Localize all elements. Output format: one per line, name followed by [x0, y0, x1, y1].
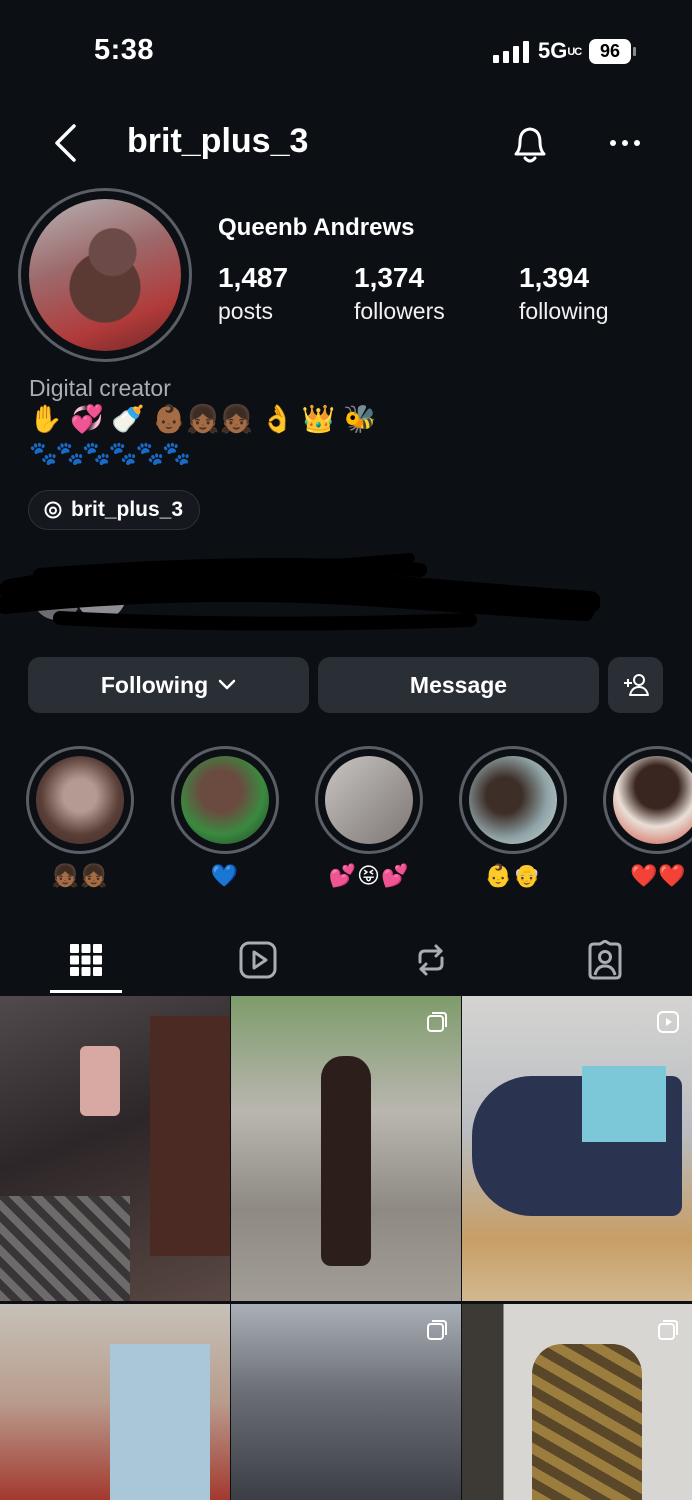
reels-icon: [239, 941, 277, 979]
threads-handle: brit_plus_3: [71, 498, 184, 521]
followers-stat[interactable]: 1,374 followers: [354, 262, 445, 325]
profile-category: Digital creator: [29, 375, 171, 401]
photo-detail: [110, 1344, 210, 1500]
followers-label: followers: [354, 298, 445, 324]
avatar[interactable]: [29, 199, 181, 351]
post-thumbnail[interactable]: [0, 1304, 230, 1500]
following-label: following: [519, 298, 609, 324]
highlight-cover: [36, 756, 124, 844]
post-thumbnail[interactable]: [462, 996, 692, 1301]
signal-strength-icon: [493, 41, 529, 63]
highlight-label: 💙: [210, 863, 240, 888]
threads-icon: [44, 501, 62, 519]
tagged-icon: [588, 940, 622, 980]
photo-detail: [150, 1016, 230, 1256]
highlight-cover: [325, 756, 413, 844]
following-button[interactable]: Following: [28, 657, 309, 713]
display-name: Queenb Andrews: [218, 214, 415, 241]
post-thumbnail[interactable]: [0, 996, 230, 1301]
story-highlight[interactable]: [459, 746, 567, 854]
posts-label: posts: [218, 298, 273, 324]
post-thumbnail[interactable]: [231, 996, 461, 1301]
posts-stat[interactable]: 1,487 posts: [218, 262, 288, 325]
carousel-icon: [658, 1320, 678, 1340]
bio-paws-line: 🐾🐾🐾🐾🐾🐾: [29, 440, 191, 466]
post-thumbnail[interactable]: [231, 1304, 461, 1500]
story-highlight[interactable]: [171, 746, 279, 854]
reel-icon: [657, 1011, 679, 1033]
phone-in-photo: [80, 1046, 120, 1116]
more-options-button[interactable]: [602, 118, 648, 168]
photo-detail: [321, 1056, 371, 1266]
highlight-label: ❤️❤️: [630, 863, 687, 888]
story-highlight[interactable]: [26, 746, 134, 854]
ellipsis-icon: [610, 140, 640, 146]
story-highlight[interactable]: [315, 746, 423, 854]
battery-indicator: 96: [589, 39, 631, 64]
following-stat[interactable]: 1,394 following: [519, 262, 609, 325]
threads-badge[interactable]: brit_plus_3: [28, 490, 201, 530]
followers-count: 1,374: [354, 262, 425, 293]
tab-reposts[interactable]: [371, 930, 491, 990]
carousel-icon: [427, 1320, 447, 1340]
carousel-icon: [427, 1012, 447, 1032]
network-type: 5GUC: [538, 38, 582, 63]
notifications-button[interactable]: [506, 118, 554, 168]
back-button[interactable]: [46, 118, 90, 168]
add-user-icon: [623, 674, 649, 696]
tab-tagged[interactable]: [545, 930, 665, 990]
photo-detail: [532, 1344, 642, 1500]
following-count: 1,394: [519, 262, 590, 293]
highlight-label: 💕😝💕: [328, 863, 410, 888]
reposts-icon: [418, 944, 444, 976]
tab-posts-grid[interactable]: [26, 930, 146, 990]
bio-emoji-line: ✋ 💞 🍼 👶🏾👧🏾👧🏾 👌 👑 🐝: [29, 404, 377, 434]
posts-count: 1,487: [218, 262, 289, 293]
message-button[interactable]: Message: [318, 657, 599, 713]
chevron-left-icon: [55, 124, 76, 162]
photo-detail: [0, 1196, 130, 1301]
highlight-cover: [469, 756, 557, 844]
suggested-users-button[interactable]: [608, 657, 663, 713]
chevron-down-icon: [218, 679, 236, 690]
sign-in-photo: [582, 1066, 666, 1142]
profile-username: brit_plus_3: [127, 122, 309, 160]
highlight-cover: [181, 756, 269, 844]
tab-reels[interactable]: [198, 930, 318, 990]
status-time: 5:38: [94, 34, 155, 66]
active-tab-indicator: [50, 990, 122, 993]
highlight-label: 👧🏾👧🏾: [51, 863, 109, 888]
highlight-label: 👶👴: [484, 863, 542, 888]
story-highlight[interactable]: [603, 746, 692, 854]
grid-icon: [70, 944, 102, 976]
highlight-cover: [613, 756, 692, 844]
post-thumbnail[interactable]: [462, 1304, 692, 1500]
battery-nub: [633, 47, 636, 56]
message-button-label: Message: [409, 671, 508, 698]
redaction-scribble: [0, 553, 600, 631]
following-button-label: Following: [100, 671, 209, 698]
bell-icon: [514, 127, 546, 163]
